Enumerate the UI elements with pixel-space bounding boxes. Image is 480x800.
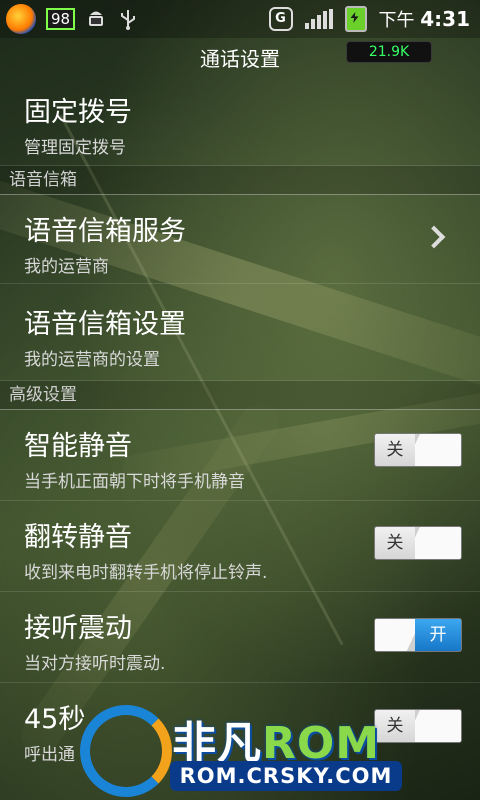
item-subtitle: 当对方接听时震动.	[24, 654, 166, 674]
screen-header: 通话设置 21.9K	[0, 38, 480, 76]
answer-vibrate-toggle[interactable]: 开	[374, 618, 462, 652]
watermark-ring-icon	[80, 705, 172, 797]
smart-mute-toggle[interactable]: 关	[374, 433, 462, 467]
list-item-voicemail-settings[interactable]: 语音信箱设置 我的运营商的设置	[0, 284, 480, 381]
status-bar: 98 G 下午 4:31	[0, 0, 480, 38]
time-prefix: 下午	[378, 10, 415, 31]
item-subtitle: 我的运营商	[24, 257, 109, 277]
network-speed-badge: 21.9K	[346, 41, 432, 63]
item-title: 语音信箱设置	[24, 309, 186, 340]
list-item-voicemail-service[interactable]: 语音信箱服务 我的运营商	[0, 195, 480, 284]
status-bar-right: G 下午 4:31	[268, 6, 480, 32]
toggle-label: 关	[386, 533, 404, 553]
item-subtitle: 管理固定拨号	[24, 138, 126, 158]
battery-percent-badge: 98	[46, 8, 76, 30]
app-logo-icon	[6, 4, 36, 34]
list-item-smart-mute[interactable]: 智能静音 当手机正面朝下时将手机静音 关	[0, 410, 480, 501]
signal-icon	[304, 9, 333, 29]
section-header-advanced: 高级设置	[0, 381, 480, 410]
page-title: 通话设置	[200, 46, 280, 71]
item-subtitle: 收到来电时翻转手机将停止铃声.	[24, 563, 268, 583]
flip-mute-toggle[interactable]: 关	[374, 526, 462, 560]
toggle-label: 关	[386, 440, 404, 460]
section-header-voicemail: 语音信箱	[0, 166, 480, 195]
toggle-knob	[375, 619, 415, 651]
toggle-knob	[415, 434, 461, 466]
item-subtitle: 当手机正面朝下时将手机静音	[24, 472, 245, 492]
list-item-answer-vibrate[interactable]: 接听震动 当对方接听时震动. 开	[0, 592, 480, 683]
watermark-url: ROM.CRSKY.COM	[170, 761, 402, 791]
settings-list: 固定拨号 管理固定拨号 语音信箱 语音信箱服务 我的运营商 语音信箱设置 我的运…	[0, 80, 480, 773]
time: 4:31	[420, 7, 470, 31]
usb-icon	[117, 8, 139, 30]
watermark-logo: 非凡ROM ROM.CRSKY.COM	[80, 705, 440, 800]
list-item-flip-mute[interactable]: 翻转静音 收到来电时翻转手机将停止铃声. 关	[0, 501, 480, 592]
list-item-fixed-dial[interactable]: 固定拨号 管理固定拨号	[0, 80, 480, 166]
item-subtitle: 我的运营商的设置	[24, 350, 160, 370]
toggle-label: 开	[415, 619, 461, 651]
item-title: 语音信箱服务	[24, 216, 186, 247]
toggle-knob	[415, 527, 461, 559]
status-bar-left: 98	[0, 4, 139, 34]
android-debug-icon	[85, 8, 107, 30]
item-title: 固定拨号	[24, 97, 132, 128]
clock: 下午 4:31	[379, 6, 470, 32]
gprs-icon: G	[268, 7, 293, 31]
battery-charging-icon	[344, 6, 367, 32]
